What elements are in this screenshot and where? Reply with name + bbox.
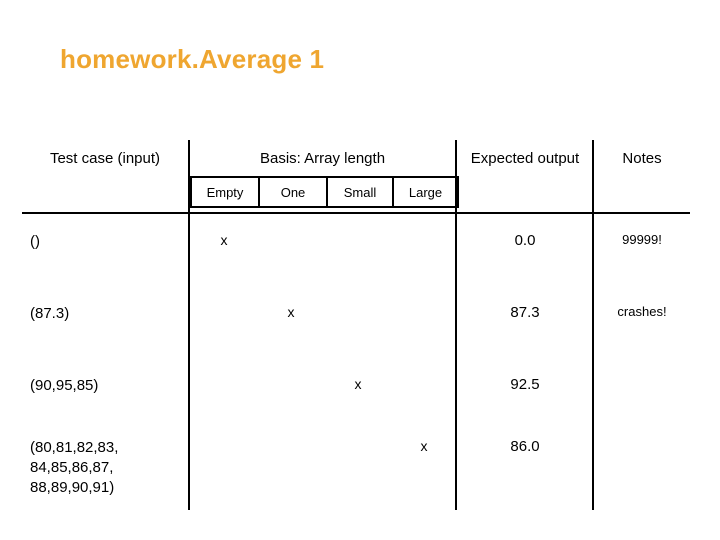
column-header-test-case: Test case (input)	[49, 150, 161, 167]
basis-mark-one: x	[287, 304, 295, 320]
cell-test-case: ()	[30, 233, 40, 250]
cell-test-case: (90,95,85)	[30, 377, 99, 394]
basis-mark-small: x	[354, 376, 362, 392]
subcolumn-header-one: One	[258, 176, 326, 208]
table-row: () x 0.0 99999!	[22, 232, 690, 302]
test-case-table: Test case (input) Basis: Array length Ex…	[22, 140, 690, 512]
column-header-basis: Basis: Array length	[259, 150, 386, 167]
table-row: (87.3) x 87.3 crashes!	[22, 304, 690, 374]
basis-mark-empty: x	[220, 232, 228, 248]
page-title: homework.Average 1	[60, 44, 325, 74]
subcolumn-header-small: Small	[326, 176, 392, 208]
basis-subcolumn-row: Empty One Small Large	[190, 176, 459, 208]
cell-test-case: (87.3)	[30, 305, 70, 322]
cell-expected-output: 0.0	[514, 232, 536, 249]
cell-expected-output: 92.5	[510, 376, 540, 393]
header-divider-rule	[22, 212, 690, 214]
cell-notes: 99999!	[622, 232, 662, 247]
column-header-notes: Notes	[622, 150, 662, 167]
basis-mark-large: x	[420, 438, 428, 454]
cell-test-case: (80,81,82,83, 84,85,86,87, 88,89,90,91)	[30, 439, 119, 496]
cell-notes: crashes!	[617, 304, 667, 319]
subcolumn-header-empty: Empty	[190, 176, 258, 208]
cell-expected-output: 86.0	[510, 438, 540, 455]
column-header-expected-output: Expected output	[470, 150, 580, 167]
cell-expected-output: 87.3	[510, 304, 540, 321]
table-row: (90,95,85) x 92.5	[22, 376, 690, 438]
subcolumn-header-large: Large	[392, 176, 459, 208]
table-row: (80,81,82,83, 84,85,86,87, 88,89,90,91) …	[22, 438, 690, 510]
